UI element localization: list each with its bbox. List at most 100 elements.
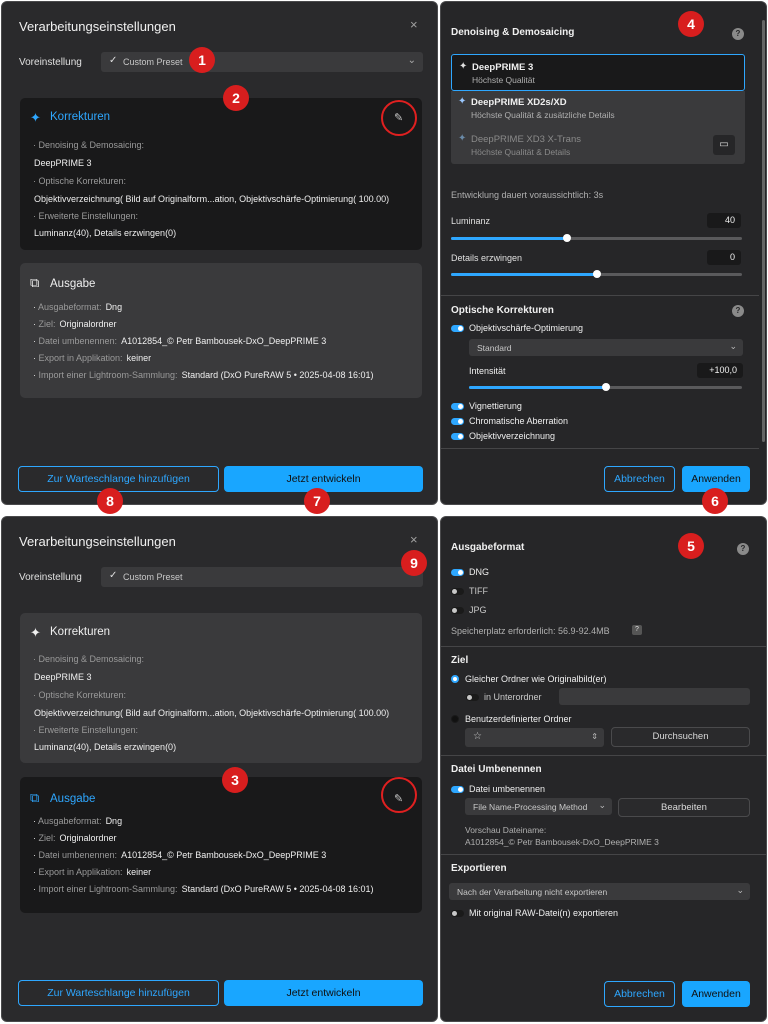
dest-title: Ziel bbox=[451, 655, 469, 666]
option-name: DeepPRIME XD2s/XD bbox=[471, 97, 567, 108]
close-icon[interactable]: × bbox=[410, 532, 418, 547]
luminance-value[interactable]: 40 bbox=[707, 213, 741, 228]
custom-folder-radio[interactable] bbox=[451, 715, 459, 723]
browse-button[interactable]: Durchsuchen bbox=[611, 727, 750, 747]
subfolder-toggle[interactable] bbox=[466, 694, 479, 701]
preset-label: Voreinstellung bbox=[19, 572, 82, 583]
callout-badge-6: 6 bbox=[702, 488, 728, 514]
ausgabe-row-import: · Import einer Lightroom-Sammlung: Standa… bbox=[33, 370, 374, 380]
export-raw-toggle[interactable] bbox=[451, 910, 464, 917]
distortion-toggle[interactable] bbox=[451, 433, 464, 440]
jpg-label: JPG bbox=[469, 605, 487, 615]
develop-now-button[interactable]: Jetzt entwickeln bbox=[224, 980, 423, 1006]
advanced-label: · Erweiterte Einstellungen: bbox=[33, 725, 139, 735]
chevron-down-icon: ⌄ bbox=[598, 800, 606, 810]
sparkle-icon: ✦ bbox=[459, 61, 468, 72]
callout-badge-4: 4 bbox=[678, 11, 704, 37]
optical-value: Objektivverzeichnung( Bild auf Originalf… bbox=[34, 194, 390, 204]
intensity-knob[interactable] bbox=[601, 383, 610, 391]
korrekturen-card[interactable]: ✦ Korrekturen ✎ · Denoising & Demosaicin… bbox=[20, 98, 422, 250]
dialog-title: Verarbeitungseinstellungen bbox=[19, 534, 176, 549]
ausgabe-row-import: · Import einer Lightroom-Sammlung: Standa… bbox=[33, 884, 374, 894]
add-to-queue-button[interactable]: Zur Warteschlange hinzufügen bbox=[18, 466, 219, 492]
rename-toggle[interactable] bbox=[451, 786, 464, 793]
dng-label: DNG bbox=[469, 567, 489, 577]
details-value[interactable]: 0 bbox=[707, 250, 741, 265]
korrekturen-title: Korrekturen bbox=[50, 111, 111, 123]
ausgabe-card[interactable]: ⧉ Ausgabe ✎ · Ausgabeformat: Dng · Ziel: O… bbox=[20, 777, 422, 913]
custom-folder-label: Benutzerdefinierter Ordner bbox=[465, 714, 572, 724]
develop-now-button[interactable]: Jetzt entwickeln bbox=[224, 466, 423, 492]
help-icon[interactable]: ? bbox=[737, 543, 749, 555]
jpg-toggle[interactable] bbox=[451, 607, 464, 614]
highlight-ring-edit-korrekturen bbox=[381, 100, 417, 136]
edit-rename-button[interactable]: Bearbeiten bbox=[618, 798, 750, 817]
sparkle-icon: ✦ bbox=[30, 110, 41, 125]
luminance-fill bbox=[451, 237, 568, 240]
ausgabe-row-target: · Ziel: Originalordner bbox=[33, 319, 117, 329]
luminance-knob[interactable] bbox=[563, 234, 572, 242]
tiff-toggle[interactable] bbox=[451, 588, 464, 595]
details-knob[interactable] bbox=[592, 270, 601, 278]
preset-dropdown[interactable]: ✓ Custom Preset bbox=[101, 567, 423, 587]
sharpness-mode-select[interactable]: Standard ⌄ bbox=[469, 339, 743, 356]
ausgabe-row-export: · Export in Applikation: keiner bbox=[33, 353, 152, 363]
rename-label: Datei umbenennen bbox=[469, 784, 546, 794]
ausgabe-row-export: · Export in Applikation: keiner bbox=[33, 867, 152, 877]
korrekturen-card[interactable]: ✦ Korrekturen · Denoising & Demosaicing:… bbox=[20, 613, 422, 763]
luminance-slider[interactable] bbox=[451, 234, 742, 242]
rename-method-select[interactable]: File Name-Processing Method ⌄ bbox=[465, 798, 612, 815]
ausgabe-row-format: · Ausgabeformat: Dng bbox=[33, 816, 123, 826]
ausgabe-card[interactable]: ⧉ Ausgabe · Ausgabeformat: Dng · Ziel: Ori… bbox=[20, 263, 422, 398]
optical-title: Optische Korrekturen bbox=[451, 305, 554, 316]
denoise-option-xd3-xtrans[interactable]: ✦ DeepPRIME XD3 X-Trans Höchste Qualität… bbox=[451, 126, 745, 164]
sharpness-label: Objektivschärfe-Optimierung bbox=[469, 323, 584, 333]
preset-dropdown[interactable]: ✓ Custom Preset ⌄ bbox=[101, 52, 423, 72]
option-desc: Höchste Qualität & Details bbox=[471, 147, 571, 157]
help-icon[interactable]: ? bbox=[732, 28, 744, 40]
highlight-ring-edit-ausgabe bbox=[381, 777, 417, 813]
preview-label: Vorschau Dateiname: bbox=[465, 825, 547, 835]
rename-method-value: File Name-Processing Method bbox=[473, 802, 588, 812]
divider bbox=[441, 854, 766, 855]
intensity-value[interactable]: +100,0 bbox=[697, 363, 743, 378]
dng-toggle[interactable] bbox=[451, 569, 464, 576]
denoise-option-deepprime3[interactable]: ✦ DeepPRIME 3 Höchste Qualität bbox=[451, 54, 745, 91]
comment-icon[interactable]: ▭ bbox=[713, 135, 735, 155]
add-to-queue-button[interactable]: Zur Warteschlange hinzufügen bbox=[18, 980, 219, 1006]
output-panel: Ausgabeformat ? DNG TIFF JPG Speicherpla… bbox=[440, 516, 767, 1022]
denoise-option-xd2s[interactable]: ✦ DeepPRIME XD2s/XD Höchste Qualität & z… bbox=[451, 91, 745, 126]
denoise-panel-title: Denoising & Demosaicing bbox=[451, 27, 575, 38]
denoise-value: DeepPRIME 3 bbox=[34, 672, 92, 682]
advanced-value: Luminanz(40), Details erzwingen(0) bbox=[34, 228, 177, 238]
korrekturen-title: Korrekturen bbox=[50, 626, 111, 638]
sharpness-toggle[interactable] bbox=[451, 325, 464, 332]
ausgabe-title: Ausgabe bbox=[50, 278, 96, 290]
help-icon[interactable]: ? bbox=[732, 305, 744, 317]
ausgabe-row-rename: · Datei umbenennen: A1012854_© Petr Bambo… bbox=[33, 850, 327, 860]
denoise-panel: Denoising & Demosaicing ? ✦ DeepPRIME 3 … bbox=[440, 1, 767, 505]
close-icon[interactable]: × bbox=[410, 17, 418, 32]
details-slider[interactable] bbox=[451, 270, 742, 278]
export-mode-select[interactable]: Nach der Verarbeitung nicht exportieren … bbox=[449, 883, 750, 900]
callout-badge-1: 1 bbox=[189, 47, 215, 73]
subfolder-input[interactable] bbox=[559, 688, 750, 705]
callout-badge-7: 7 bbox=[304, 488, 330, 514]
apply-button[interactable]: Anwenden bbox=[682, 981, 750, 1007]
same-folder-radio[interactable] bbox=[451, 675, 459, 683]
storage-help-icon[interactable]: ? bbox=[632, 625, 642, 635]
folder-favorites-select[interactable]: ☆ ⇕ bbox=[465, 728, 604, 747]
optical-label: · Optische Korrekturen: bbox=[33, 176, 127, 186]
estimate-text: Entwicklung dauert voraussichtlich: 3s bbox=[451, 190, 604, 200]
subfolder-label: in Unterordner bbox=[484, 692, 542, 702]
vignette-toggle[interactable] bbox=[451, 403, 464, 410]
chroma-toggle[interactable] bbox=[451, 418, 464, 425]
cancel-button[interactable]: Abbrechen bbox=[604, 981, 675, 1007]
cancel-button[interactable]: Abbrechen bbox=[604, 466, 675, 492]
sparkle-icon: ✦ bbox=[458, 133, 467, 144]
intensity-slider[interactable] bbox=[469, 383, 742, 391]
storage-text: Speicherplatz erforderlich: 56.9-92.4MB bbox=[451, 626, 610, 636]
format-title: Ausgabeformat bbox=[451, 542, 525, 553]
chevron-down-icon: ⌄ bbox=[736, 885, 744, 895]
scrollbar[interactable] bbox=[762, 20, 765, 442]
